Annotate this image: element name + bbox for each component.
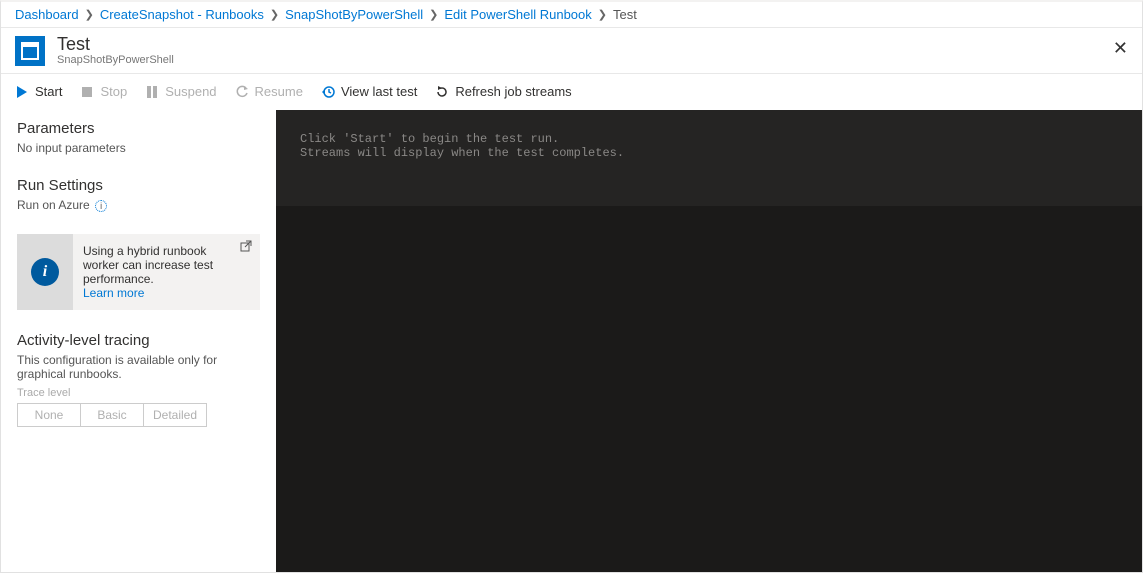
breadcrumb: Dashboard ❯ CreateSnapshot - Runbooks ❯ … — [1, 2, 1142, 28]
console-panel: Click 'Start' to begin the test run. Str… — [276, 110, 1142, 572]
run-on-label: Run on Azure — [17, 198, 90, 212]
breadcrumb-current: Test — [613, 7, 637, 22]
toolbar: Start Stop Suspend Resume View last test… — [1, 74, 1142, 110]
console-line-1: Click 'Start' to begin the test run. — [300, 132, 559, 146]
stop-icon — [80, 85, 94, 99]
breadcrumb-link-snapshotbypowershell[interactable]: SnapShotByPowerShell — [285, 7, 423, 22]
learn-more-link[interactable]: Learn more — [83, 286, 144, 300]
trace-level-segmented: None Basic Detailed — [17, 403, 260, 427]
parameters-section: Parameters No input parameters — [17, 120, 260, 155]
console-line-2: Streams will display when the test compl… — [300, 146, 624, 160]
tracing-desc: This configuration is available only for… — [17, 353, 260, 381]
trace-option-none: None — [17, 403, 81, 427]
tracing-section: Activity-level tracing This configuratio… — [17, 332, 260, 427]
suspend-button: Suspend — [145, 84, 216, 99]
hybrid-worker-info-card: i Using a hybrid runbook worker can incr… — [17, 234, 260, 310]
run-settings-heading: Run Settings — [17, 177, 260, 194]
chevron-right-icon: ❯ — [85, 8, 94, 21]
chevron-right-icon: ❯ — [598, 8, 607, 21]
trace-option-basic: Basic — [80, 403, 144, 427]
parameters-text: No input parameters — [17, 141, 260, 155]
resume-icon — [235, 85, 249, 99]
play-icon — [15, 85, 29, 99]
suspend-label: Suspend — [165, 84, 216, 99]
parameters-heading: Parameters — [17, 120, 260, 137]
start-button[interactable]: Start — [15, 84, 62, 99]
chevron-right-icon: ❯ — [270, 8, 279, 21]
page-title: Test — [57, 35, 174, 55]
trace-level-label: Trace level — [17, 387, 260, 399]
run-on-row: Run on Azure i — [17, 198, 260, 212]
runbook-icon — [15, 36, 45, 66]
run-settings-section: Run Settings Run on Azure i — [17, 177, 260, 212]
info-icon-column: i — [17, 234, 73, 310]
breadcrumb-link-dashboard[interactable]: Dashboard — [15, 7, 79, 22]
resume-label: Resume — [255, 84, 303, 99]
stop-button: Stop — [80, 84, 127, 99]
info-card-text: Using a hybrid runbook worker can increa… — [83, 244, 213, 286]
trace-option-detailed: Detailed — [143, 403, 207, 427]
view-last-test-button[interactable]: View last test — [321, 84, 417, 99]
history-icon — [321, 85, 335, 99]
sidebar: Parameters No input parameters Run Setti… — [1, 110, 276, 572]
breadcrumb-link-edit-runbook[interactable]: Edit PowerShell Runbook — [444, 7, 591, 22]
console-output: Click 'Start' to begin the test run. Str… — [276, 110, 1142, 206]
view-last-label: View last test — [341, 84, 417, 99]
refresh-icon — [435, 85, 449, 99]
refresh-label: Refresh job streams — [455, 84, 571, 99]
info-icon[interactable]: i — [95, 200, 107, 212]
chevron-right-icon: ❯ — [429, 8, 438, 21]
main-area: Parameters No input parameters Run Setti… — [1, 110, 1142, 572]
breadcrumb-link-createsnapshot[interactable]: CreateSnapshot - Runbooks — [100, 7, 264, 22]
popout-icon[interactable] — [240, 240, 252, 255]
info-circle-icon: i — [31, 258, 59, 286]
tracing-heading: Activity-level tracing — [17, 332, 260, 349]
stop-label: Stop — [100, 84, 127, 99]
resume-button: Resume — [235, 84, 303, 99]
page-subtitle: SnapShotByPowerShell — [57, 54, 174, 66]
close-icon[interactable]: ✕ — [1113, 38, 1128, 59]
refresh-button[interactable]: Refresh job streams — [435, 84, 571, 99]
blade-header: Test SnapShotByPowerShell ✕ — [1, 28, 1142, 74]
start-label: Start — [35, 84, 62, 99]
pause-icon — [145, 85, 159, 99]
